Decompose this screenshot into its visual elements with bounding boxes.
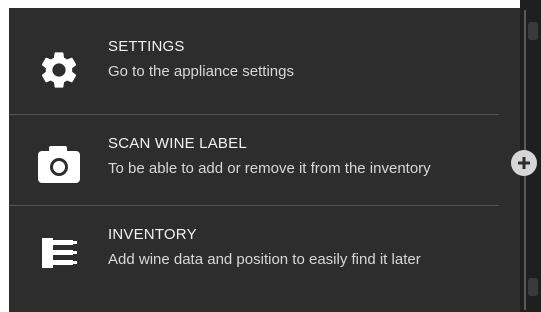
background-shape <box>528 278 538 296</box>
plus-icon <box>518 157 530 169</box>
wine-rack-icon <box>35 229 83 277</box>
add-button[interactable] <box>511 150 537 176</box>
background-shape <box>528 22 538 40</box>
menu-panel: SETTINGS Go to the appliance settings SC… <box>9 8 520 312</box>
menu-item-description: Go to the appliance settings <box>108 63 294 80</box>
gear-icon <box>35 46 83 94</box>
menu-item-inventory[interactable]: INVENTORY Add wine data and position to … <box>9 206 520 312</box>
menu-item-description: Add wine data and position to easily fin… <box>108 251 421 268</box>
menu-item-title: INVENTORY <box>108 226 197 243</box>
menu-item-description: To be able to add or remove it from the … <box>108 160 431 177</box>
left-frame <box>0 0 9 312</box>
menu-item-title: SETTINGS <box>108 38 185 55</box>
menu-item-settings[interactable]: SETTINGS Go to the appliance settings <box>9 8 520 114</box>
menu-item-scan-wine-label[interactable]: SCAN WINE LABEL To be able to add or rem… <box>9 115 520 205</box>
menu-item-title: SCAN WINE LABEL <box>108 135 247 152</box>
camera-icon <box>35 140 83 188</box>
